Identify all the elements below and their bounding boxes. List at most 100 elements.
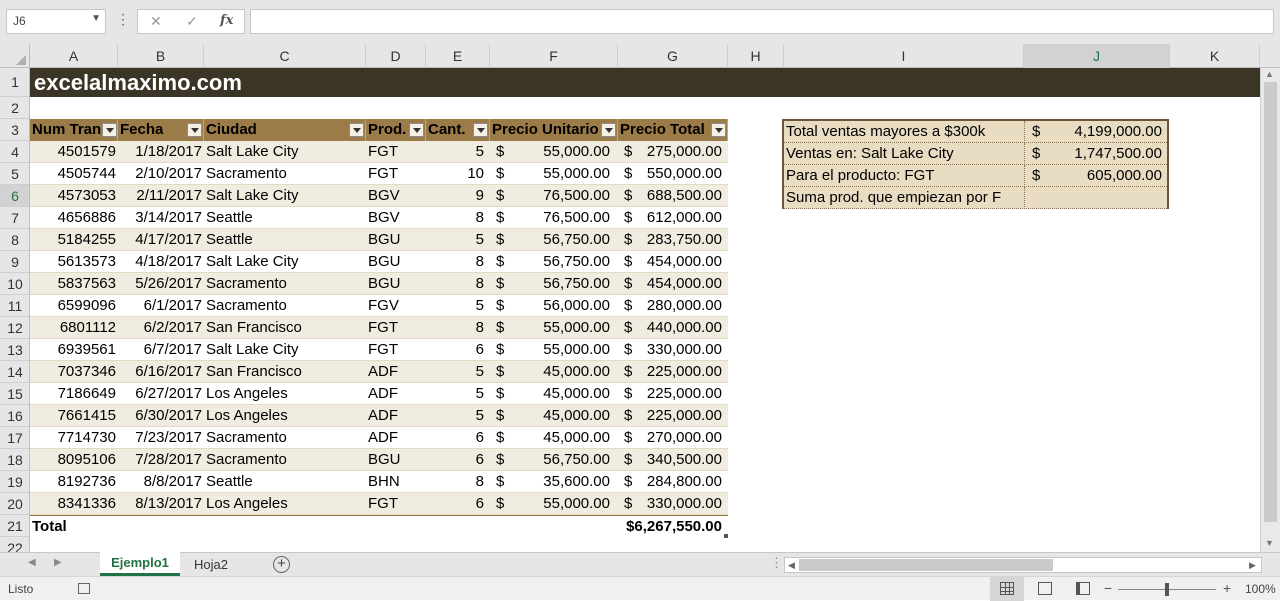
summary-label[interactable]: Total ventas mayores a $300k bbox=[786, 121, 1022, 143]
cell-currency[interactable]: $ bbox=[624, 207, 638, 229]
summary-label[interactable]: Ventas en: Salt Lake City bbox=[786, 143, 1022, 165]
row-header[interactable]: 12 bbox=[0, 317, 29, 339]
cell-currency[interactable]: $ bbox=[624, 361, 638, 383]
cell-precio-total[interactable]: 688,500.00 bbox=[638, 185, 722, 207]
cell-prod[interactable]: BGU bbox=[368, 251, 424, 273]
row-header[interactable]: 15 bbox=[0, 383, 29, 405]
column-header-i[interactable]: I bbox=[784, 44, 1024, 68]
row-header[interactable]: 19 bbox=[0, 471, 29, 493]
cell-precio-unitario[interactable]: 45,000.00 bbox=[510, 405, 610, 427]
cell-currency[interactable]: $ bbox=[496, 141, 510, 163]
summary-currency[interactable]: $ bbox=[1032, 165, 1040, 187]
cell-precio-total[interactable]: 454,000.00 bbox=[638, 251, 722, 273]
filter-dropdown-icon[interactable] bbox=[473, 123, 488, 137]
cell-cant[interactable]: 10 bbox=[426, 163, 484, 185]
cell-currency[interactable]: $ bbox=[496, 207, 510, 229]
cell-fecha[interactable]: 6/30/2017 bbox=[118, 405, 202, 427]
name-box[interactable]: J6 ▼ bbox=[6, 9, 106, 34]
cell-cant[interactable]: 6 bbox=[426, 449, 484, 471]
cell-num-tran[interactable]: 5184255 bbox=[30, 229, 116, 251]
cell-currency[interactable]: $ bbox=[624, 141, 638, 163]
cell-cant[interactable]: 8 bbox=[426, 207, 484, 229]
cell-ciudad[interactable]: Salt Lake City bbox=[206, 185, 364, 207]
cell-currency[interactable]: $ bbox=[496, 251, 510, 273]
zoom-slider-thumb[interactable] bbox=[1165, 583, 1169, 596]
cell-fecha[interactable]: 2/11/2017 bbox=[118, 185, 202, 207]
cell-ciudad[interactable]: Sacramento bbox=[206, 449, 364, 471]
column-header-e[interactable]: E bbox=[426, 44, 490, 68]
row-header[interactable]: 3 bbox=[0, 119, 29, 141]
cell-num-tran[interactable]: 4573053 bbox=[30, 185, 116, 207]
cell-prod[interactable]: ADF bbox=[368, 361, 424, 383]
cell-ciudad[interactable]: Seattle bbox=[206, 207, 364, 229]
cell-num-tran[interactable]: 6939561 bbox=[30, 339, 116, 361]
cell-prod[interactable]: BGU bbox=[368, 449, 424, 471]
cell-currency[interactable]: $ bbox=[496, 383, 510, 405]
cell-precio-total[interactable]: 330,000.00 bbox=[638, 339, 722, 361]
cell-cant[interactable]: 8 bbox=[426, 317, 484, 339]
column-header-b[interactable]: B bbox=[118, 44, 204, 68]
cell-precio-total[interactable]: 612,000.00 bbox=[638, 207, 722, 229]
cell-currency[interactable]: $ bbox=[624, 163, 638, 185]
cell-num-tran[interactable]: 5837563 bbox=[30, 273, 116, 295]
cell-precio-unitario[interactable]: 55,000.00 bbox=[510, 163, 610, 185]
cell-ciudad[interactable]: Los Angeles bbox=[206, 405, 364, 427]
cell-currency[interactable]: $ bbox=[624, 185, 638, 207]
page-break-icon[interactable] bbox=[1076, 582, 1090, 595]
cell-prod[interactable]: FGV bbox=[368, 295, 424, 317]
cell-num-tran[interactable]: 7037346 bbox=[30, 361, 116, 383]
cell-prod[interactable]: ADF bbox=[368, 405, 424, 427]
cell-precio-unitario[interactable]: 55,000.00 bbox=[510, 317, 610, 339]
cell-num-tran[interactable]: 4505744 bbox=[30, 163, 116, 185]
horizontal-scrollbar[interactable]: ◀ ▶ bbox=[784, 557, 1262, 573]
cell-precio-total[interactable]: 225,000.00 bbox=[638, 361, 722, 383]
select-all-button[interactable] bbox=[0, 44, 30, 68]
cell-precio-unitario[interactable]: 35,600.00 bbox=[510, 471, 610, 493]
scroll-left-icon[interactable]: ◀ bbox=[788, 558, 795, 572]
cell-num-tran[interactable]: 6599096 bbox=[30, 295, 116, 317]
column-header-h[interactable]: H bbox=[728, 44, 784, 68]
summary-currency[interactable]: $ bbox=[1032, 121, 1040, 143]
filter-dropdown-icon[interactable] bbox=[102, 123, 117, 137]
cell-precio-unitario[interactable]: 55,000.00 bbox=[510, 493, 610, 515]
cell-ciudad[interactable]: Sacramento bbox=[206, 273, 364, 295]
cell-currency[interactable]: $ bbox=[496, 427, 510, 449]
filter-dropdown-icon[interactable] bbox=[349, 123, 364, 137]
cell-currency[interactable]: $ bbox=[496, 471, 510, 493]
more-options-icon[interactable]: ⋮ bbox=[116, 11, 130, 28]
cell-num-tran[interactable]: 8192736 bbox=[30, 471, 116, 493]
total-value[interactable]: $6,267,550.00 bbox=[618, 516, 722, 538]
cell-currency[interactable]: $ bbox=[624, 251, 638, 273]
cell-precio-total[interactable]: 225,000.00 bbox=[638, 383, 722, 405]
cell-precio-unitario[interactable]: 55,000.00 bbox=[510, 141, 610, 163]
cell-precio-unitario[interactable]: 56,750.00 bbox=[510, 251, 610, 273]
cell-currency[interactable]: $ bbox=[496, 295, 510, 317]
cell-currency[interactable]: $ bbox=[496, 317, 510, 339]
cell-cant[interactable]: 6 bbox=[426, 493, 484, 515]
cell-currency[interactable]: $ bbox=[496, 185, 510, 207]
cell-cant[interactable]: 9 bbox=[426, 185, 484, 207]
filter-dropdown-icon[interactable] bbox=[601, 123, 616, 137]
summary-label[interactable]: Para el producto: FGT bbox=[786, 165, 1022, 187]
cell-ciudad[interactable]: San Francisco bbox=[206, 317, 364, 339]
row-header[interactable]: 9 bbox=[0, 251, 29, 273]
summary-value[interactable]: 1,747,500.00 bbox=[1046, 143, 1162, 165]
filter-dropdown-icon[interactable] bbox=[711, 123, 726, 137]
cell-ciudad[interactable]: Sacramento bbox=[206, 163, 364, 185]
cell-prod[interactable]: FGT bbox=[368, 493, 424, 515]
cell-currency[interactable]: $ bbox=[496, 405, 510, 427]
cancel-icon[interactable]: ✕ bbox=[150, 13, 162, 30]
row-header[interactable]: 14 bbox=[0, 361, 29, 383]
cell-fecha[interactable]: 6/7/2017 bbox=[118, 339, 202, 361]
cell-currency[interactable]: $ bbox=[496, 163, 510, 185]
cell-fecha[interactable]: 6/16/2017 bbox=[118, 361, 202, 383]
worksheet-grid[interactable]: excelalmaximo.com Num Tran Fecha Ciudad … bbox=[30, 68, 1260, 552]
cell-fecha[interactable]: 1/18/2017 bbox=[118, 141, 202, 163]
cell-currency[interactable]: $ bbox=[624, 229, 638, 251]
cell-fecha[interactable]: 4/18/2017 bbox=[118, 251, 202, 273]
cell-cant[interactable]: 8 bbox=[426, 471, 484, 493]
row-header[interactable]: 10 bbox=[0, 273, 29, 295]
page-layout-icon[interactable] bbox=[1038, 582, 1052, 595]
cell-cant[interactable]: 6 bbox=[426, 339, 484, 361]
row-header[interactable]: 8 bbox=[0, 229, 29, 251]
